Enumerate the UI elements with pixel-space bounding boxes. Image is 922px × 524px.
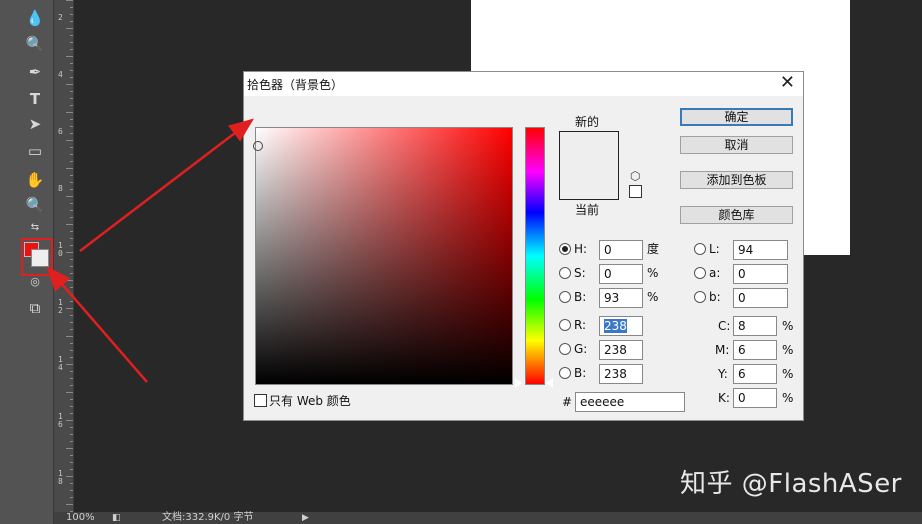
annotation-arrows (46, 118, 254, 383)
arrow-to-swatch (46, 266, 148, 383)
arrow-to-dialog (79, 118, 254, 252)
